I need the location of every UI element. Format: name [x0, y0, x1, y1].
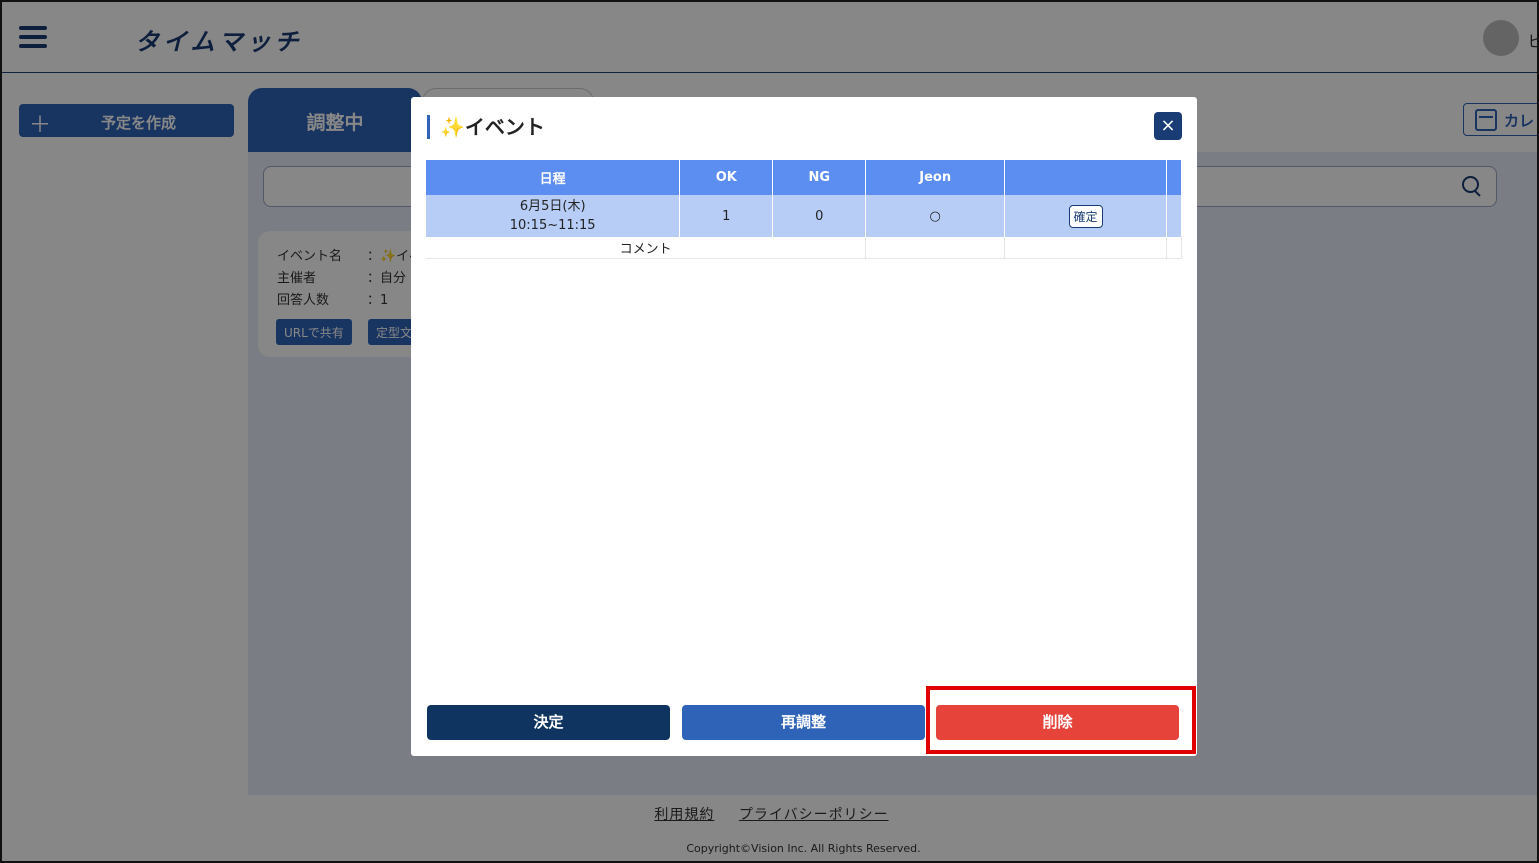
- comment-label: コメント: [426, 237, 867, 259]
- header-ok: OK: [679, 160, 774, 195]
- ok-count: 1: [679, 195, 774, 237]
- header-ng: NG: [772, 160, 867, 195]
- table-header-row: 日程 OK NG Jeon: [426, 160, 1182, 195]
- comment-cell: [865, 237, 1006, 259]
- header-date: 日程: [426, 160, 681, 195]
- header-action: [1004, 160, 1167, 195]
- modal-title: ✨イベント: [427, 115, 545, 139]
- action-cell: 確定: [1004, 195, 1167, 237]
- highlight-box: [926, 686, 1196, 754]
- date-text: 6月5日(木): [519, 199, 586, 214]
- scroll-gap-cell: [1166, 195, 1182, 237]
- participant-answer: ○: [865, 195, 1006, 237]
- ng-count: 0: [772, 195, 867, 237]
- close-icon[interactable]: ×: [1154, 112, 1182, 140]
- decide-button[interactable]: 決定: [427, 705, 670, 740]
- time-text: 10:15~11:15: [509, 218, 596, 233]
- date-cell: 6月5日(木) 10:15~11:15: [426, 195, 681, 237]
- table-row: 6月5日(木) 10:15~11:15 1 0 ○ 確定: [426, 195, 1182, 237]
- schedule-table: 日程 OK NG Jeon 6月5日(木) 10:15~11:15 1 0 ○ …: [426, 160, 1182, 259]
- comment-row: コメント: [426, 237, 1182, 259]
- comment-gap-cell: [1166, 237, 1182, 259]
- header-participant: Jeon: [865, 160, 1006, 195]
- confirm-date-button[interactable]: 確定: [1068, 204, 1103, 228]
- event-modal: ✨イベント × 日程 OK NG Jeon 6月5日(木) 10:15~11:1…: [411, 97, 1197, 756]
- comment-empty-cell: [1004, 237, 1167, 259]
- app-frame: タイムマッチ ヒ ＋ 予定を作成 調整中 カレ イベント名：✨イベ 主催者：自分…: [0, 0, 1539, 863]
- readjust-button[interactable]: 再調整: [682, 705, 925, 740]
- header-scroll-gap: [1166, 160, 1182, 195]
